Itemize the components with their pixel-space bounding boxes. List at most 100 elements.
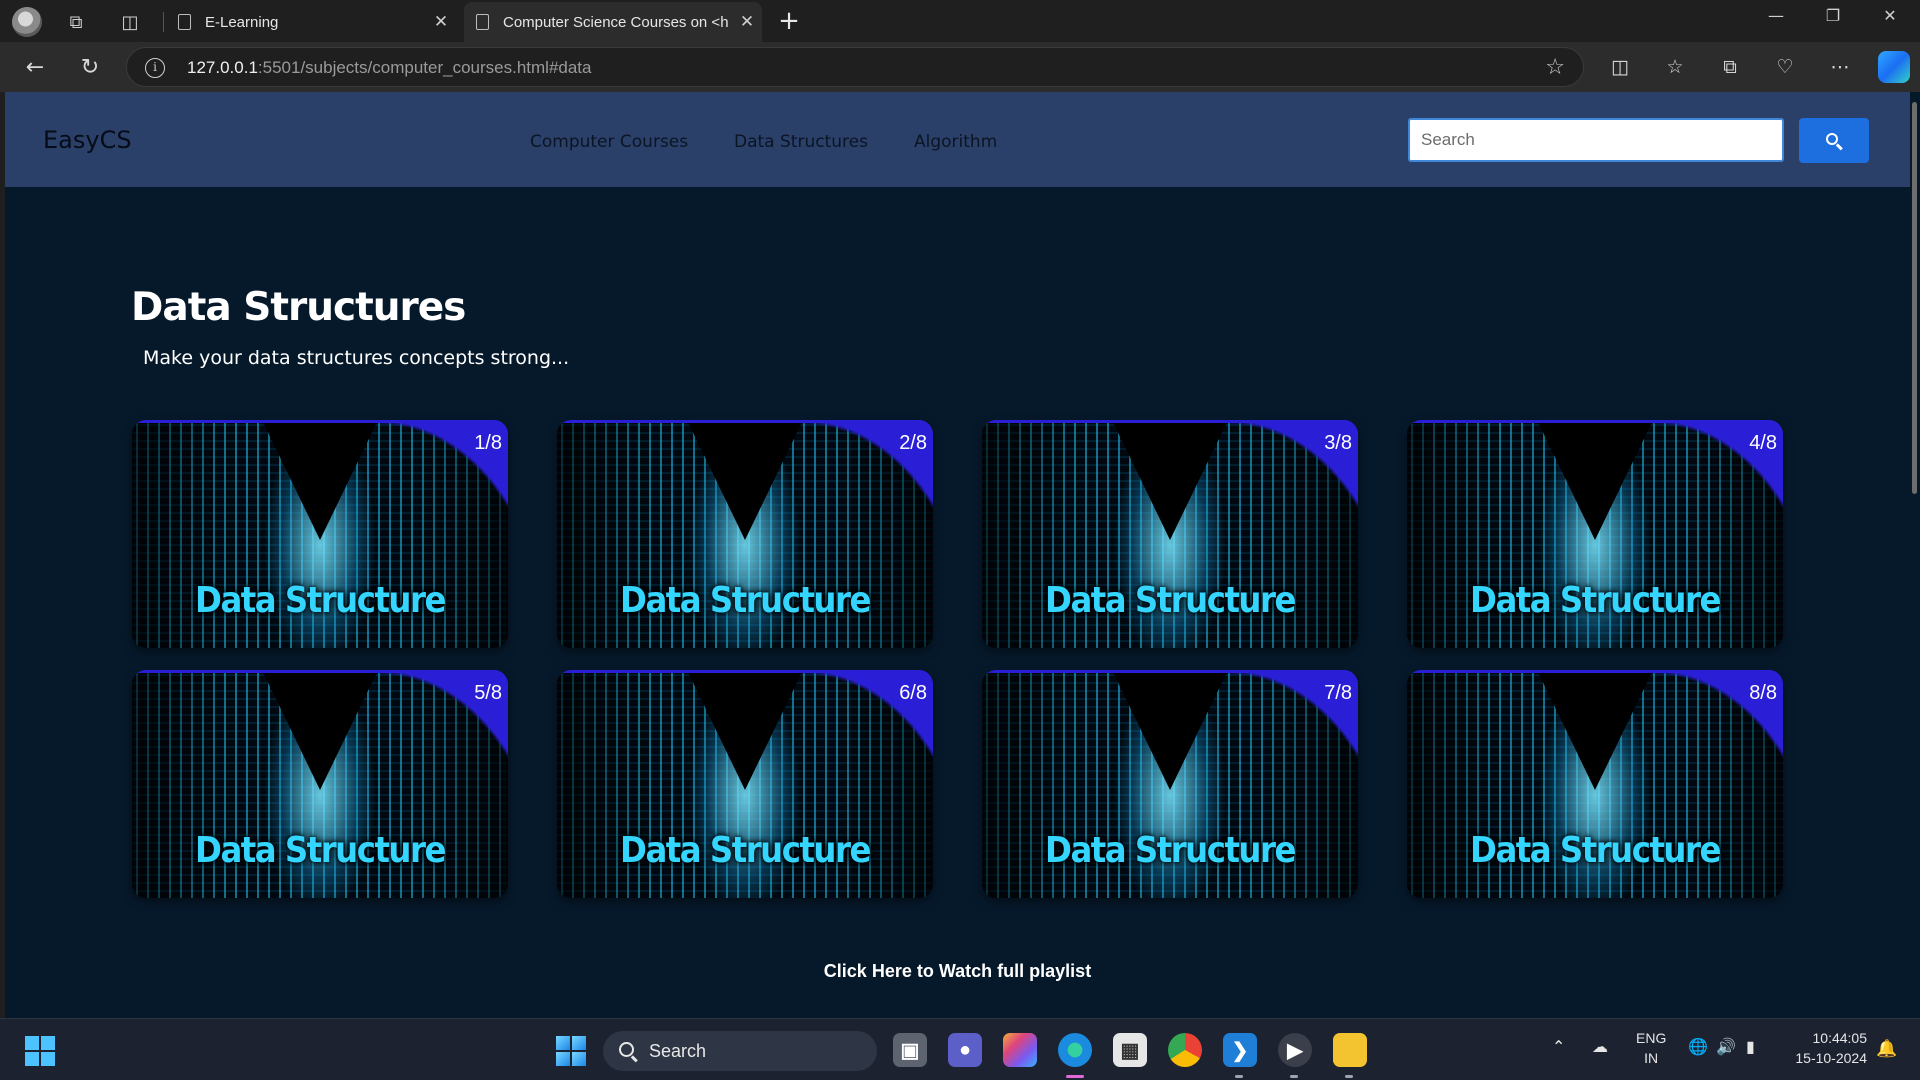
browser-essentials-icon[interactable]: ♡ — [1771, 53, 1799, 81]
teams-icon[interactable]: ● — [948, 1033, 982, 1067]
search-input[interactable] — [1408, 118, 1784, 162]
media-indicator — [1290, 1075, 1298, 1078]
nav-link-algorithm[interactable]: Algorithm — [914, 132, 997, 152]
card-counter: 6/8 — [899, 682, 927, 704]
tab-separator — [163, 12, 164, 32]
watch-playlist-link[interactable]: Click Here to Watch full playlist — [5, 961, 1910, 982]
split-screen-icon[interactable]: ◫ — [1606, 53, 1634, 81]
lang-code: ENG — [1636, 1030, 1667, 1046]
network-icon[interactable]: 🌐 — [1688, 1037, 1708, 1056]
onedrive-icon[interactable]: ☁ — [1592, 1037, 1608, 1056]
tab-title: E-Learning — [205, 13, 279, 31]
tab-title: Computer Science Courses on <h — [503, 13, 729, 31]
media-player-icon[interactable]: ▶ — [1278, 1033, 1312, 1067]
video-card[interactable]: Data Structure 4/8 — [1407, 420, 1783, 648]
language-indicator[interactable]: ENG IN — [1636, 1028, 1666, 1068]
copilot-icon[interactable] — [1878, 51, 1910, 83]
start-button[interactable] — [556, 1036, 586, 1066]
card-top-border — [1407, 420, 1783, 423]
show-hidden-icons[interactable]: ⌃ — [1552, 1037, 1565, 1056]
card-top-border — [982, 670, 1358, 673]
card-counter: 3/8 — [1324, 432, 1352, 454]
more-options-icon[interactable]: ⋯ — [1826, 53, 1854, 81]
volume-icon[interactable]: 🔊 — [1716, 1037, 1736, 1056]
clock-time: 10:44:05 — [1812, 1030, 1868, 1046]
card-top-border — [557, 420, 933, 423]
workspaces-icon[interactable]: ⧉ — [62, 8, 90, 36]
card-counter: 2/8 — [899, 432, 927, 454]
video-card[interactable]: Data Structure 8/8 — [1407, 670, 1783, 898]
section-subtitle: Make your data structures concepts stron… — [143, 347, 570, 369]
refresh-icon[interactable]: ↻ — [76, 53, 104, 81]
edge-icon[interactable] — [1058, 1033, 1092, 1067]
page-icon — [476, 14, 489, 30]
clock-date: 15-10-2024 — [1795, 1050, 1867, 1066]
video-card[interactable]: Data Structure 7/8 — [982, 670, 1358, 898]
search-icon — [1825, 132, 1843, 150]
card-counter: 5/8 — [474, 682, 502, 704]
back-arrow-icon[interactable]: ← — [21, 53, 49, 81]
tab-computer-courses[interactable]: Computer Science Courses on <h ✕ — [464, 2, 762, 42]
card-top-border — [132, 420, 508, 423]
close-tab-icon[interactable]: ✕ — [732, 12, 762, 32]
search-button[interactable] — [1799, 118, 1869, 163]
tab-e-learning[interactable]: E-Learning ✕ — [166, 2, 456, 42]
favorite-star-icon[interactable]: ☆ — [1545, 55, 1565, 80]
new-tab-icon[interactable]: + — [774, 6, 804, 36]
video-card[interactable]: Data Structure 3/8 — [982, 420, 1358, 648]
lang-region: IN — [1644, 1050, 1659, 1066]
site-info-icon[interactable]: i — [145, 58, 165, 78]
scrollbar-thumb[interactable] — [1912, 102, 1917, 494]
notifications-icon[interactable]: 🔔 — [1876, 1039, 1897, 1059]
video-card[interactable]: Data Structure 1/8 — [132, 420, 508, 648]
section-title: Data Structures — [131, 285, 466, 330]
site-navbar: EasyCS Computer Courses Data Structures … — [5, 92, 1910, 187]
collections-icon[interactable]: ⧉ — [1716, 53, 1744, 81]
widgets-icon[interactable] — [25, 1036, 55, 1066]
site-brand[interactable]: EasyCS — [43, 126, 132, 154]
vscode-icon[interactable]: ❯ — [1223, 1033, 1257, 1067]
battery-icon[interactable]: ▮ — [1746, 1037, 1755, 1056]
browser-tab-bar: ⧉ ◫ E-Learning ✕ Computer Science Course… — [0, 0, 1920, 42]
url-text[interactable]: 127.0.0.1:5501/subjects/computer_courses… — [187, 58, 591, 78]
edge-active-indicator — [1066, 1075, 1084, 1078]
task-view-icon[interactable]: ▣ — [893, 1033, 927, 1067]
explorer-indicator — [1345, 1075, 1353, 1078]
store-icon[interactable]: ▦ — [1113, 1033, 1147, 1067]
card-counter: 7/8 — [1324, 682, 1352, 704]
taskbar: Search ▣ ● ▦ ❯ ▶ ⌃ ☁ ENG IN 🌐 🔊 ▮ 10:44:… — [0, 1018, 1920, 1080]
taskbar-search-label: Search — [649, 1041, 707, 1061]
card-counter: 4/8 — [1749, 432, 1777, 454]
scrollbar[interactable] — [1910, 92, 1920, 1018]
profile-avatar[interactable] — [12, 7, 42, 37]
chrome-icon[interactable] — [1168, 1033, 1202, 1067]
card-top-border — [982, 420, 1358, 423]
tab-actions-icon[interactable]: ◫ — [116, 8, 144, 36]
page-icon — [178, 14, 191, 30]
file-explorer-icon[interactable] — [1333, 1033, 1367, 1067]
nav-link-computer-courses[interactable]: Computer Courses — [530, 132, 688, 152]
copilot-app-icon[interactable] — [1003, 1033, 1037, 1067]
restore-icon[interactable]: ❐ — [1813, 6, 1853, 25]
card-top-border — [557, 670, 933, 673]
video-card[interactable]: Data Structure 5/8 — [132, 670, 508, 898]
nav-link-data-structures[interactable]: Data Structures — [734, 132, 868, 152]
url-bar[interactable]: i 127.0.0.1:5501/subjects/computer_cours… — [126, 47, 1584, 87]
clock[interactable]: 10:44:05 15-10-2024 — [1783, 1028, 1867, 1068]
address-toolbar: ← ↻ i 127.0.0.1:5501/subjects/computer_c… — [0, 42, 1920, 92]
minimize-icon[interactable]: — — [1756, 6, 1796, 25]
video-card[interactable]: Data Structure 2/8 — [557, 420, 933, 648]
vscode-indicator — [1235, 1075, 1243, 1078]
web-page: EasyCS Computer Courses Data Structures … — [5, 92, 1910, 1018]
video-card[interactable]: Data Structure 6/8 — [557, 670, 933, 898]
card-counter: 8/8 — [1749, 682, 1777, 704]
card-top-border — [1407, 670, 1783, 673]
taskbar-search[interactable]: Search — [603, 1031, 877, 1071]
url-path: :5501/subjects/computer_courses.html#dat… — [257, 58, 592, 77]
close-window-icon[interactable]: ✕ — [1870, 6, 1910, 25]
close-tab-icon[interactable]: ✕ — [426, 12, 456, 32]
favorites-icon[interactable]: ☆ — [1661, 53, 1689, 81]
url-host: 127.0.0.1 — [187, 58, 258, 77]
card-top-border — [132, 670, 508, 673]
card-counter: 1/8 — [474, 432, 502, 454]
